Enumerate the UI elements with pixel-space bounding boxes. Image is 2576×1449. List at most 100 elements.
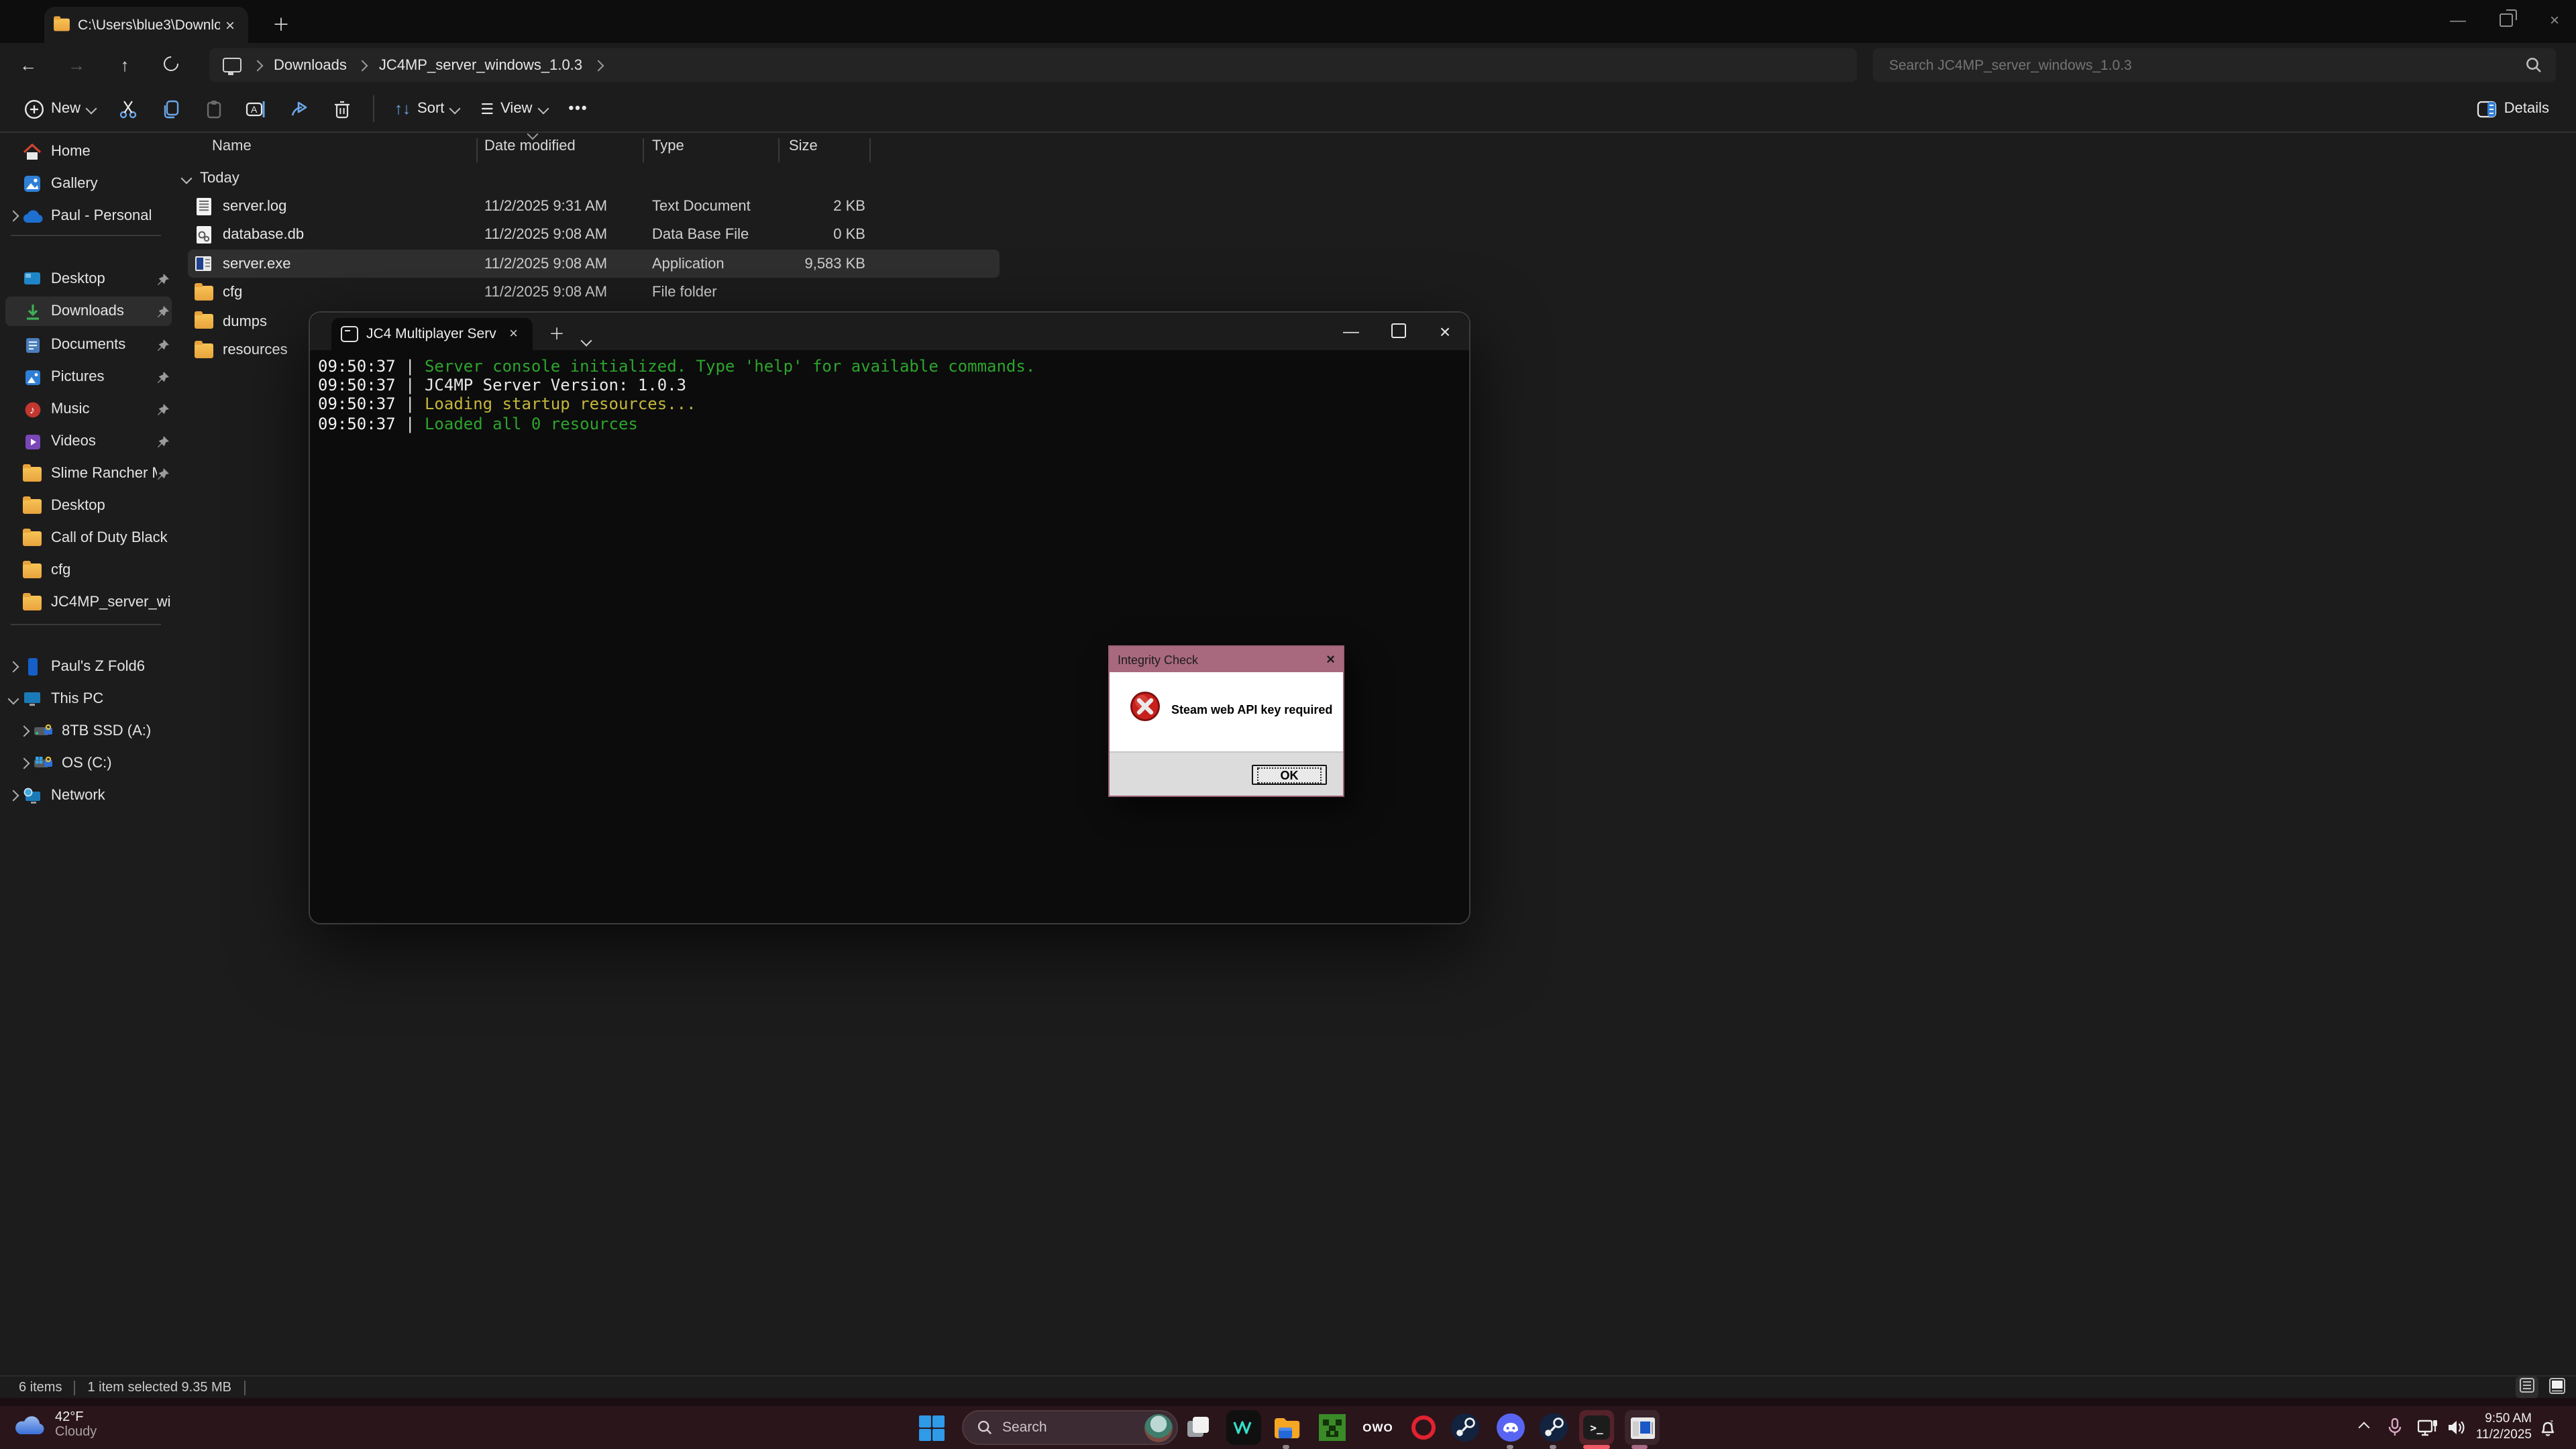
chevron-right-icon[interactable]	[5, 212, 21, 220]
task-view-button[interactable]	[1181, 1410, 1216, 1445]
rename-button[interactable]: A	[235, 91, 278, 126]
group-header-today[interactable]: Today	[182, 170, 239, 186]
view-button[interactable]: ☰ View	[470, 93, 557, 124]
sidebar-item-downloads[interactable]: Downloads	[5, 297, 172, 326]
details-view-toggle[interactable]	[2516, 1377, 2538, 1398]
tab-close-icon[interactable]: ×	[220, 15, 240, 34]
paste-button[interactable]	[192, 91, 235, 126]
chevron-right-icon[interactable]	[16, 759, 32, 767]
chevron-right-icon[interactable]	[5, 792, 21, 800]
dialog-close-icon[interactable]: ×	[1326, 651, 1335, 667]
volume-tray-icon[interactable]	[2443, 1410, 2470, 1445]
column-divider[interactable]	[476, 138, 478, 162]
back-button[interactable]: ←	[11, 54, 46, 74]
new-button[interactable]: New	[13, 92, 106, 125]
ok-button[interactable]: OK	[1252, 765, 1327, 785]
explorer-tab[interactable]: C:\Users\blue3\Downloads\JC ×	[44, 7, 248, 43]
bing-daily-image[interactable]	[1144, 1413, 1173, 1442]
taskbar-search[interactable]: Search	[962, 1410, 1178, 1445]
terminal-taskbar-icon[interactable]: >_	[1579, 1410, 1614, 1445]
sidebar-item-phone[interactable]: Paul's Z Fold6	[5, 652, 172, 682]
thumbnail-view-toggle[interactable]	[2549, 1377, 2565, 1397]
sidebar-item-music[interactable]: ♪Music	[5, 394, 172, 424]
minecraft-icon[interactable]	[1315, 1410, 1350, 1445]
voicemod-app-icon[interactable]	[1226, 1410, 1261, 1445]
tray-expand-button[interactable]	[2352, 1410, 2376, 1445]
terminal-maximize-button[interactable]	[1375, 313, 1421, 349]
server-app-taskbar-icon[interactable]	[1625, 1410, 1660, 1445]
steam-icon-2[interactable]	[1536, 1410, 1571, 1445]
chevron-right-icon[interactable]	[593, 60, 604, 71]
sidebar-item-jc4mp-folder[interactable]: JC4MP_server_windows	[5, 588, 172, 617]
share-button[interactable]	[278, 91, 321, 126]
file-row-cfg[interactable]: cfg 11/2/2025 9:08 AM File folder	[188, 278, 1000, 307]
opera-gx-icon[interactable]	[1406, 1410, 1441, 1445]
dialog-title-bar[interactable]: Integrity Check ×	[1110, 647, 1343, 672]
home-icon	[21, 141, 43, 162]
file-row-server-log[interactable]: server.log 11/2/2025 9:31 AM Text Docume…	[188, 192, 1000, 220]
chevron-right-icon[interactable]	[5, 663, 21, 671]
sidebar-item-home[interactable]: Home	[5, 137, 172, 166]
window-minimize-button[interactable]: —	[2431, 0, 2485, 40]
sidebar-item-documents[interactable]: Documents	[5, 330, 172, 360]
weather-widget[interactable]: 42°FCloudy	[13, 1410, 97, 1440]
refresh-button[interactable]	[153, 54, 188, 74]
microphone-tray-icon[interactable]	[2383, 1410, 2407, 1445]
terminal-output[interactable]: 09:50:37 | Server console initialized. T…	[310, 350, 1469, 923]
details-pane-button[interactable]: Details	[2467, 93, 2560, 124]
new-tab-button[interactable]: ＋	[272, 11, 290, 36]
file-explorer-taskbar-icon[interactable]	[1269, 1410, 1304, 1445]
more-options-button[interactable]: •••	[557, 94, 598, 123]
delete-button[interactable]	[321, 91, 364, 126]
network-tray-icon[interactable]	[2414, 1410, 2440, 1445]
terminal-title-bar[interactable]: JC4 Multiplayer Server × ＋ — ×	[310, 313, 1469, 350]
copy-button[interactable]	[149, 91, 192, 126]
column-header-name[interactable]: Name	[212, 138, 252, 154]
window-restore-button[interactable]	[2479, 0, 2533, 40]
sidebar-item-cfg-folder[interactable]: cfg	[5, 555, 172, 585]
terminal-tab[interactable]: JC4 Multiplayer Server ×	[331, 318, 533, 350]
start-button[interactable]	[914, 1410, 949, 1445]
sidebar-item-pictures[interactable]: Pictures	[5, 362, 172, 392]
breadcrumb-downloads[interactable]: Downloads	[274, 57, 347, 73]
column-divider[interactable]	[778, 138, 780, 162]
sidebar-item-onedrive[interactable]: Paul - Personal	[5, 201, 172, 231]
column-divider[interactable]	[869, 138, 871, 162]
terminal-minimize-button[interactable]: —	[1328, 313, 1374, 349]
terminal-close-button[interactable]: ×	[1422, 313, 1468, 349]
forward-button[interactable]: →	[59, 54, 94, 74]
column-divider[interactable]	[643, 138, 644, 162]
cut-button[interactable]	[106, 91, 149, 126]
this-pc-icon[interactable]	[223, 58, 241, 72]
sidebar-item-cod-folder[interactable]: Call of Duty Black Op	[5, 523, 172, 553]
steam-icon[interactable]	[1448, 1410, 1483, 1445]
notification-bell-button[interactable]: z	[2534, 1410, 2561, 1445]
chevron-down-icon[interactable]	[5, 695, 21, 703]
sidebar-item-gallery[interactable]: Gallery	[5, 169, 172, 199]
sidebar-item-slime-rancher-folder[interactable]: Slime Rancher Mo	[5, 459, 172, 488]
chevron-right-icon[interactable]	[16, 727, 32, 735]
owo-app-icon[interactable]: OWO	[1360, 1410, 1395, 1445]
terminal-tab-dropdown[interactable]	[582, 327, 590, 352]
search-input[interactable]	[1886, 56, 2525, 74]
column-header-type[interactable]: Type	[652, 138, 684, 154]
column-header-date[interactable]: Date modified	[484, 138, 576, 154]
sidebar-item-desktop[interactable]: Desktop	[5, 264, 172, 294]
window-close-button[interactable]: ×	[2528, 0, 2576, 40]
sidebar-item-videos[interactable]: Videos	[5, 427, 172, 456]
terminal-tab-close-icon[interactable]: ×	[504, 325, 523, 343]
sort-button[interactable]: ↑↓ Sort	[384, 93, 470, 125]
clock[interactable]: 9:50 AM 11/2/2025	[2476, 1411, 2532, 1444]
breadcrumb-current-folder[interactable]: JC4MP_server_windows_1.0.3	[379, 57, 582, 73]
sidebar-item-network[interactable]: Network	[5, 781, 172, 810]
up-button[interactable]: ↑	[107, 54, 142, 74]
column-header-size[interactable]: Size	[789, 138, 818, 154]
sidebar-item-desktop-folder[interactable]: Desktop	[5, 491, 172, 521]
sidebar-item-drive-a[interactable]: 8TB SSD (A:)	[5, 716, 182, 746]
discord-icon[interactable]	[1493, 1410, 1528, 1445]
sidebar-item-this-pc[interactable]: This PC	[5, 684, 172, 714]
sidebar-item-drive-c[interactable]: OS (C:)	[5, 749, 182, 778]
file-row-server-exe[interactable]: server.exe 11/2/2025 9:08 AM Application…	[188, 250, 1000, 278]
file-row-database-db[interactable]: database.db 11/2/2025 9:08 AM Data Base …	[188, 221, 1000, 249]
terminal-new-tab-button[interactable]: ＋	[549, 322, 565, 345]
